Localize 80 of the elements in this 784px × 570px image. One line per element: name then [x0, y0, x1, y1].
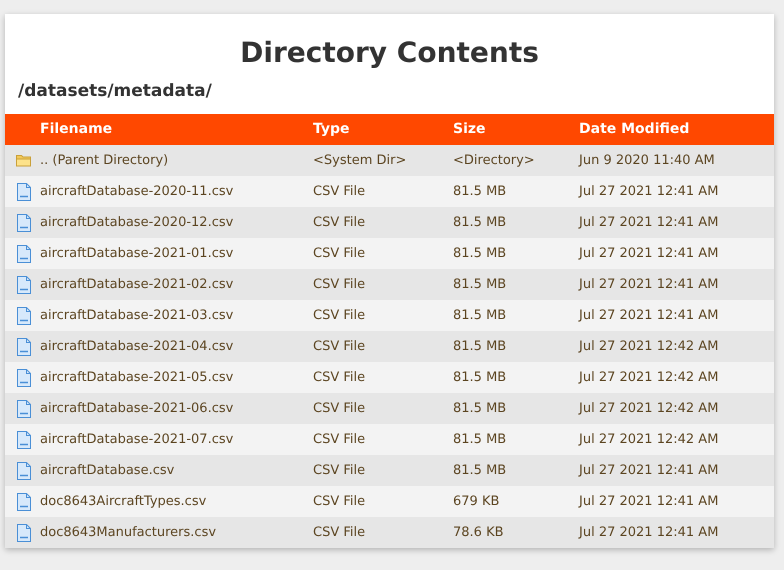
file-size: 81.5 MB: [453, 400, 506, 416]
directory-path: /datasets/metadata/: [17, 80, 213, 103]
date-modified: Jul 27 2021 12:42 AM: [579, 400, 718, 416]
file-type: CSV File: [313, 184, 366, 199]
file-type: CSV File: [313, 432, 366, 447]
date-modified: Jun 9 2020 11:40 AM: [579, 152, 715, 168]
file-name[interactable]: aircraftDatabase-2021-04.csv: [40, 338, 234, 354]
file-icon: [16, 338, 30, 356]
table-row[interactable]: aircraftDatabase-2020-12.csv CSV File 81.5 MB Jul 27 2021 12:41 AM: [5, 207, 774, 238]
file-size: 81.5 MB: [453, 276, 506, 292]
file-icon: [16, 214, 30, 232]
page-title: Directory Contents: [239, 35, 540, 70]
file-type: <System Dir>: [313, 152, 406, 168]
file-type: CSV File: [313, 214, 366, 230]
file-type: CSV File: [313, 276, 366, 292]
table-row[interactable]: aircraftDatabase-2021-03.csv CSV File 81.5 MB Jul 27 2021 12:41 AM: [5, 300, 774, 331]
file-name[interactable]: aircraftDatabase.csv: [40, 462, 174, 478]
table-row[interactable]: aircraftDatabase-2021-04.csv CSV File 81.5 MB Jul 27 2021 12:42 AM: [5, 331, 774, 362]
table-row[interactable]: aircraftDatabase.csv CSV File 81.5 MB Jul 27 2021 12:41 AM: [5, 455, 774, 486]
file-icon: [16, 524, 30, 542]
date-modified: Jul 27 2021 12:41 AM: [579, 308, 718, 323]
table-row[interactable]: doc8643AircraftTypes.csv CSV File 679 KB Jul 27 2021 12:41 AM: [5, 486, 774, 517]
file-size: <Directory>: [453, 152, 535, 168]
file-name[interactable]: aircraftDatabase-2020-12.csv: [40, 214, 234, 230]
table-row[interactable]: aircraftDatabase-2020-11.csv CSV File 81.5 MB Jul 27 2021 12:41 AM: [5, 176, 774, 207]
file-size: 81.5 MB: [453, 184, 506, 199]
file-icon: [16, 244, 30, 262]
file-size: 81.5 MB: [453, 432, 506, 447]
table-row[interactable]: .. (Parent Directory) <System Dir> <Directory> Jun 9 2020 11:40 AM: [5, 145, 774, 176]
date-modified: Jul 27 2021 12:41 AM: [579, 214, 718, 230]
file-name[interactable]: aircraftDatabase-2020-11.csv: [40, 184, 234, 199]
file-type: CSV File: [313, 494, 366, 509]
table-row[interactable]: aircraftDatabase-2021-01.csv CSV File 81.5 MB Jul 27 2021 12:41 AM: [5, 238, 774, 269]
file-type: CSV File: [313, 524, 366, 540]
file-type: CSV File: [313, 308, 366, 323]
date-modified: Jul 27 2021 12:42 AM: [579, 432, 718, 447]
file-name[interactable]: aircraftDatabase-2021-06.csv: [40, 400, 234, 416]
date-modified: Jul 27 2021 12:41 AM: [579, 276, 718, 292]
file-type: CSV File: [313, 370, 366, 385]
date-modified: Jul 27 2021 12:41 AM: [579, 462, 718, 478]
file-icon: [16, 182, 30, 200]
table-row[interactable]: aircraftDatabase-2021-07.csv CSV File 81.5 MB Jul 27 2021 12:42 AM: [5, 424, 774, 455]
table-row[interactable]: aircraftDatabase-2021-06.csv CSV File 81.5 MB Jul 27 2021 12:42 AM: [5, 393, 774, 424]
date-modified: Jul 27 2021 12:41 AM: [579, 494, 718, 509]
date-modified: Jul 27 2021 12:42 AM: [579, 370, 718, 385]
file-size: 81.5 MB: [453, 308, 506, 323]
file-name[interactable]: aircraftDatabase-2021-01.csv: [40, 246, 234, 261]
file-type: CSV File: [313, 246, 366, 261]
table-row[interactable]: aircraftDatabase-2021-02.csv CSV File 81.5 MB Jul 27 2021 12:41 AM: [5, 269, 774, 300]
file-name[interactable]: .. (Parent Directory): [40, 152, 168, 168]
date-modified: Jul 27 2021 12:41 AM: [579, 524, 718, 540]
table-row[interactable]: aircraftDatabase-2021-05.csv CSV File 81.5 MB Jul 27 2021 12:42 AM: [5, 362, 774, 393]
file-size: 78.6 KB: [453, 524, 504, 540]
file-name[interactable]: doc8643AircraftTypes.csv: [40, 494, 206, 509]
file-type: CSV File: [313, 462, 366, 478]
file-name[interactable]: aircraftDatabase-2021-02.csv: [40, 276, 234, 292]
date-modified: Jul 27 2021 12:42 AM: [579, 338, 718, 354]
date-modified: Jul 27 2021 12:41 AM: [579, 184, 718, 199]
file-size: 679 KB: [453, 494, 500, 509]
file-type: CSV File: [313, 400, 366, 416]
file-icon: [16, 430, 30, 448]
file-size: 81.5 MB: [453, 462, 506, 478]
file-name[interactable]: aircraftDatabase-2021-03.csv: [40, 308, 234, 323]
file-icon: [16, 306, 30, 324]
file-name[interactable]: aircraftDatabase-2021-07.csv: [40, 432, 234, 447]
file-icon: [16, 368, 30, 386]
file-icon: [16, 276, 30, 294]
file-type: CSV File: [313, 338, 366, 354]
file-name[interactable]: doc8643Manufacturers.csv: [40, 524, 216, 540]
file-size: 81.5 MB: [453, 214, 506, 230]
file-icon: [16, 462, 30, 480]
table-row[interactable]: doc8643Manufacturers.csv CSV File 78.6 KB Jul 27 2021 12:41 AM: [5, 517, 774, 548]
file-icon: [16, 492, 30, 510]
folder-icon: [16, 154, 31, 167]
file-size: 81.5 MB: [453, 370, 506, 385]
file-size: 81.5 MB: [453, 246, 506, 261]
file-size: 81.5 MB: [453, 338, 506, 354]
file-icon: [16, 400, 30, 418]
file-name[interactable]: aircraftDatabase-2021-05.csv: [40, 370, 234, 385]
date-modified: Jul 27 2021 12:41 AM: [579, 246, 718, 261]
